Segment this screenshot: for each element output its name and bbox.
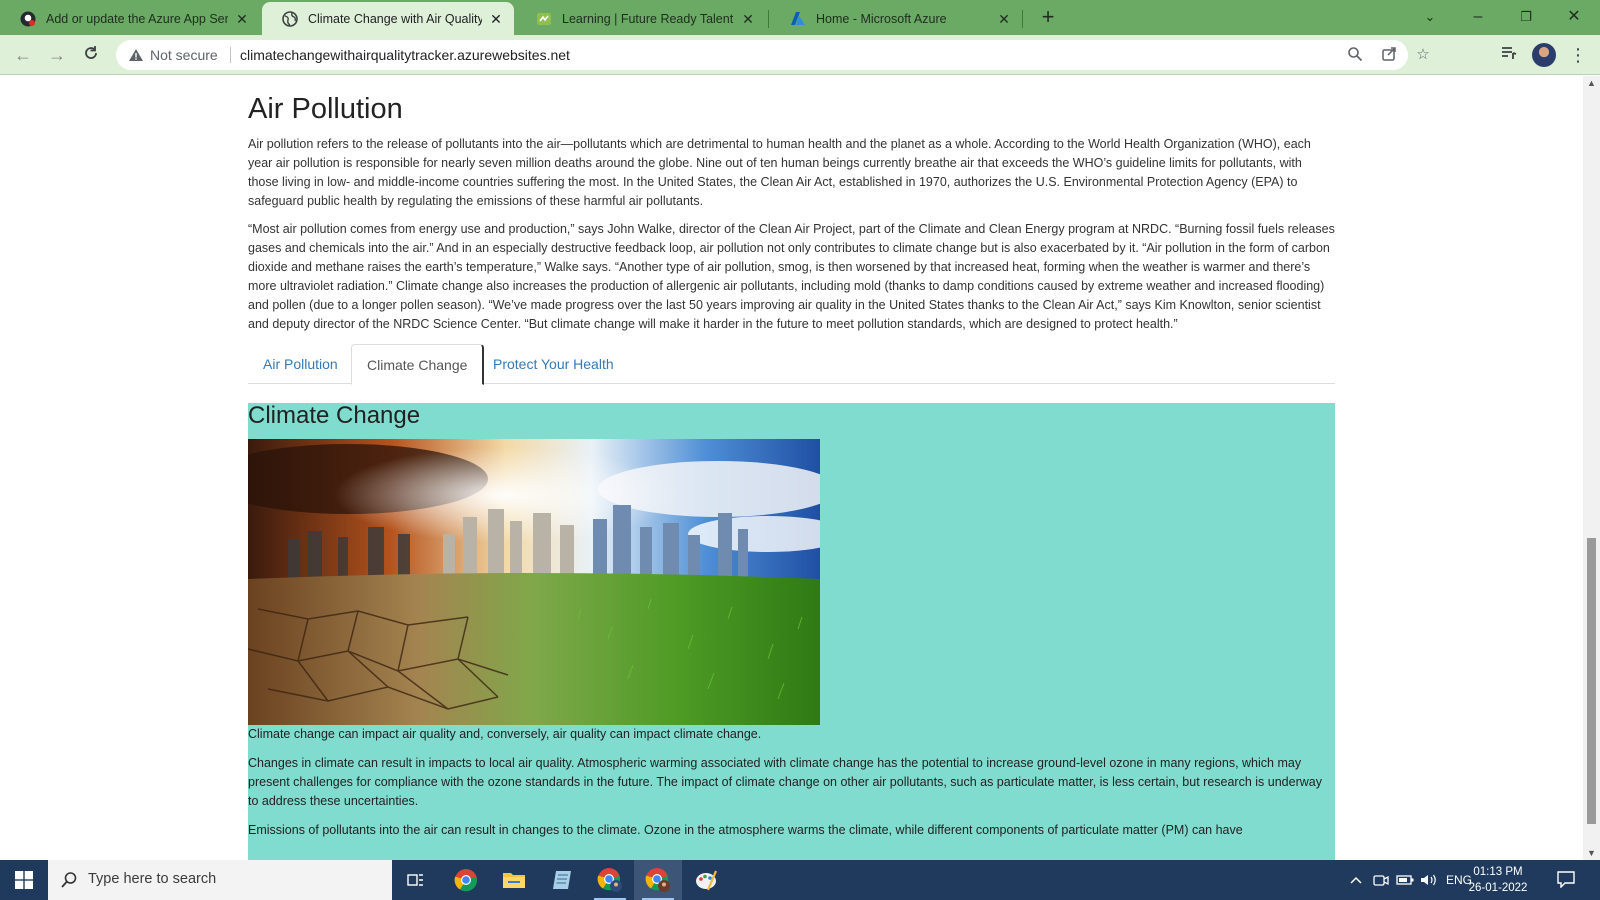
tab-title: Climate Change with Air Quality Tra [308, 11, 482, 26]
climate-change-image [248, 439, 820, 725]
search-icon [60, 871, 78, 889]
show-hidden-icons-button[interactable] [1346, 860, 1366, 900]
restore-button[interactable]: ❐ [1506, 4, 1546, 30]
quote-paragraph: “Most air pollution comes from energy us… [248, 222, 1335, 331]
browser-tab-strip: Add or update the Azure App Servic ✕ Cli… [0, 0, 1600, 35]
tab-climate-change[interactable]: Climate Change [351, 344, 485, 385]
notepad-taskbar-app[interactable] [538, 860, 586, 900]
globe-icon [282, 10, 298, 27]
browser-tab-azure-home[interactable]: Home - Microsoft Azure ✕ [770, 2, 1022, 35]
start-button[interactable] [0, 860, 48, 900]
chrome-taskbar-app[interactable] [442, 860, 490, 900]
windows-taskbar: Type here to search ENG 01:13 PM 26-01-2… [0, 860, 1600, 900]
close-window-button[interactable]: ✕ [1554, 4, 1594, 30]
scroll-down-arrow[interactable]: ▼ [1583, 846, 1600, 860]
windows-logo-icon [15, 871, 33, 889]
close-tab-icon[interactable]: ✕ [996, 11, 1012, 27]
clock-date: 26-01-2022 [1468, 882, 1528, 894]
url-text[interactable]: climatechangewithairqualitytracker.azure… [240, 47, 570, 63]
zoom-icon[interactable] [1346, 46, 1364, 64]
chrome-active-taskbar-app[interactable] [634, 860, 682, 900]
future-ready-icon [536, 11, 552, 27]
file-explorer-taskbar-app[interactable] [490, 860, 538, 900]
content-tabs: Air Pollution Climate Change Protect You… [248, 344, 1335, 385]
reading-list-icon[interactable] [1498, 44, 1520, 66]
security-status[interactable]: Not secure [150, 47, 218, 63]
panel-paragraph: Emissions of pollutants into the air can… [248, 823, 1243, 837]
meet-now-icon[interactable] [1370, 860, 1392, 900]
browser-tab-azure-docs[interactable]: Add or update the Azure App Servic ✕ [0, 2, 260, 35]
tab-title: Home - Microsoft Azure [816, 11, 947, 26]
page-scrollbar[interactable]: ▲ ▼ [1583, 76, 1600, 860]
bookmark-star-icon[interactable]: ☆ [1414, 46, 1432, 64]
reload-icon [85, 46, 97, 59]
image-caption: Climate change can impact air quality an… [248, 727, 762, 741]
page-viewport: Air Pollution Air pollution refers to th… [0, 76, 1583, 860]
chrome-profile-icon [645, 868, 670, 892]
browser-toolbar: ← → Not secure climatechangewithairquali… [0, 35, 1600, 75]
azure-icon [790, 11, 806, 27]
address-bar[interactable]: Not secure climatechangewithairqualitytr… [116, 40, 1430, 70]
chrome-icon [454, 869, 478, 892]
clock-time: 01:13 PM [1473, 866, 1523, 878]
volume-icon[interactable] [1418, 860, 1440, 900]
climate-change-panel: Climate Change Climate change can impact… [248, 403, 1335, 860]
tab-protect-your-health[interactable]: Protect Your Health [478, 344, 629, 384]
address-separator [230, 47, 231, 63]
back-button[interactable]: ← [10, 43, 36, 67]
browser-tab-climate-change[interactable]: Climate Change with Air Quality Tra ✕ [262, 2, 514, 35]
notification-center-icon[interactable] [1556, 870, 1576, 889]
panel-paragraph: Changes in climate can result in impacts… [248, 756, 1322, 808]
search-placeholder: Type here to search [88, 871, 217, 887]
panel-title: Climate Change [248, 402, 421, 429]
more-menu-icon[interactable]: ⋮ [1567, 44, 1589, 66]
tab-separator [1022, 10, 1023, 28]
tab-title: Add or update the Azure App Servic [46, 11, 228, 26]
profile-avatar[interactable] [1532, 43, 1556, 67]
reload-button[interactable] [78, 43, 104, 67]
tab-title: Learning | Future Ready Talent [562, 11, 734, 26]
task-view-icon [407, 874, 423, 886]
page-title: Air Pollution [248, 93, 403, 125]
tab-search-button[interactable]: ⌄ [1410, 4, 1450, 30]
browser-tab-learning[interactable]: Learning | Future Ready Talent ✕ [516, 2, 766, 35]
task-view-button[interactable] [392, 860, 440, 900]
paint-palette-icon [696, 870, 718, 891]
share-icon[interactable] [1380, 46, 1398, 64]
warning-icon[interactable] [128, 47, 144, 63]
tab-air-pollution[interactable]: Air Pollution [248, 344, 353, 384]
taskbar-search-box[interactable]: Type here to search [48, 860, 392, 900]
close-tab-icon[interactable]: ✕ [488, 11, 504, 27]
tab-separator [768, 10, 769, 28]
chrome-profile-taskbar-app[interactable] [586, 860, 634, 900]
forward-button[interactable]: → [44, 43, 70, 67]
chrome-profile-icon [597, 868, 622, 892]
intro-paragraph: Air pollution refers to the release of p… [248, 137, 1311, 208]
close-tab-icon[interactable]: ✕ [234, 11, 250, 27]
battery-icon[interactable] [1394, 860, 1416, 900]
close-tab-icon[interactable]: ✕ [740, 11, 756, 27]
folder-icon [503, 873, 525, 888]
paint-taskbar-app[interactable] [682, 860, 730, 900]
new-tab-button[interactable]: + [1036, 6, 1060, 30]
notepad-icon [553, 871, 571, 889]
scroll-up-arrow[interactable]: ▲ [1583, 76, 1600, 90]
minimize-button[interactable]: – [1458, 4, 1498, 30]
system-clock[interactable]: 01:13 PM 26-01-2022 [1466, 864, 1530, 896]
scroll-thumb[interactable] [1587, 538, 1596, 824]
page-content: Air Pollution Air pollution refers to th… [248, 76, 1335, 860]
github-icon [20, 11, 36, 27]
chevron-up-icon [1350, 876, 1362, 884]
